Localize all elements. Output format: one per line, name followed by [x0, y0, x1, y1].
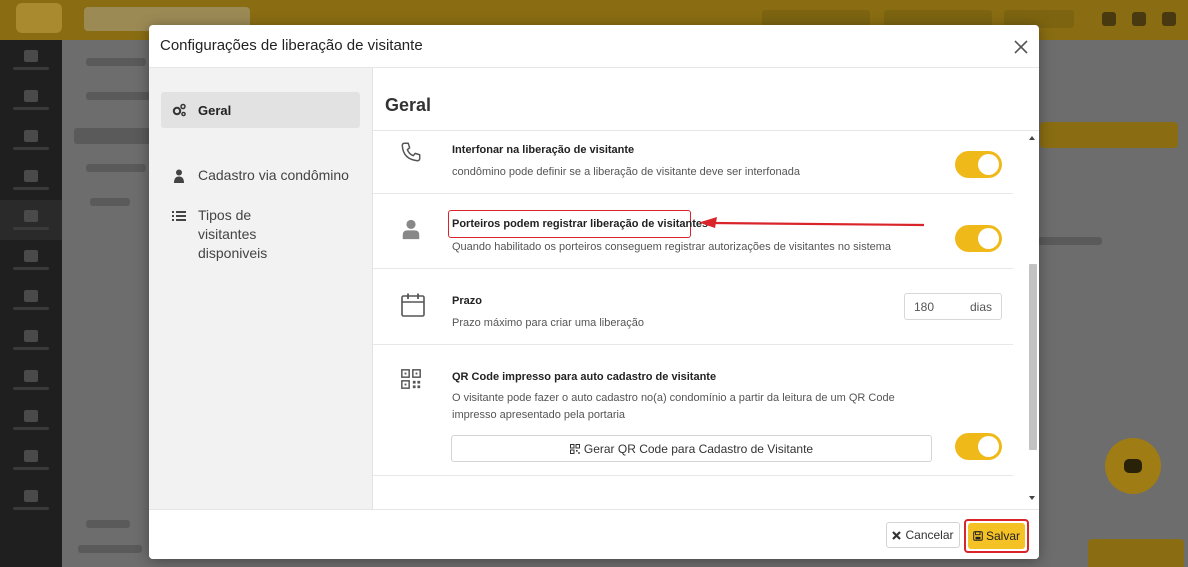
generate-qrcode-label: Gerar QR Code para Cadastro de Visitante [583, 441, 814, 456]
setting-row-interfonar: Interfonar na liberação de visitante con… [373, 131, 1013, 194]
nav-label: Geral [198, 102, 232, 118]
save-icon [973, 531, 983, 541]
qrcode-icon [569, 443, 580, 454]
user-icon [402, 219, 420, 240]
setting-title: Interfonar na liberação de visitante [452, 144, 635, 156]
interfonar-toggle[interactable] [955, 151, 1002, 178]
scroll-down-icon[interactable] [1029, 496, 1035, 500]
modal-title: Configurações de liberação de visitante [160, 37, 423, 54]
setting-row-prazo: Prazo Prazo máximo para criar uma libera… [373, 269, 1013, 345]
page-title [74, 128, 154, 144]
page-subnav [86, 92, 156, 100]
setting-description: O visitante pode fazer o auto cadastro n… [452, 392, 895, 421]
setting-row-qrcode: QR Code impresso para auto cadastro de v… [373, 345, 1013, 476]
chat-icon [1124, 459, 1142, 473]
sidebar-item[interactable] [0, 80, 62, 120]
footer-line [78, 545, 142, 553]
page-line [86, 164, 146, 172]
sidebar-item[interactable] [0, 280, 62, 320]
topbar-icons [1102, 12, 1176, 26]
sidebar-item[interactable] [0, 360, 62, 400]
generate-qrcode-button[interactable]: Gerar QR Code para Cadastro de Visitante [451, 435, 932, 462]
settings-modal: Configurações de liberação de visitante … [149, 25, 1039, 559]
setting-description: condômino pode definir se a liberação de… [452, 166, 800, 178]
list-icon [172, 211, 186, 221]
section-title: Geral [385, 95, 432, 115]
sidebar-item[interactable] [0, 240, 62, 280]
sidebar-item-active[interactable] [0, 200, 62, 240]
nav-item-tipos-de-visitantes[interactable]: Tipos de visitantes disponiveis [161, 206, 311, 263]
scroll-up-icon[interactable] [1029, 136, 1035, 140]
app-logo [16, 3, 62, 33]
modal-header: Configurações de liberação de visitante [149, 25, 1039, 68]
cancel-label: Cancelar [905, 528, 954, 542]
bell-icon[interactable] [1102, 12, 1116, 26]
setting-row-porteiros: Porteiros podem registrar liberação de v… [373, 194, 1013, 269]
app-sidebar [0, 40, 62, 567]
close-icon [892, 530, 902, 540]
footer-line [86, 520, 130, 528]
annotation-arrow [699, 217, 925, 228]
user-icon [174, 169, 184, 183]
nav-item-cadastro-via-condomino[interactable]: Cadastro via condômino [161, 166, 360, 185]
save-label: Salvar [985, 529, 1020, 543]
sidebar-item[interactable] [0, 40, 62, 80]
sidebar-item[interactable] [0, 320, 62, 360]
setting-title: Porteiros podem registrar liberação de v… [452, 218, 709, 230]
table-cell [1038, 237, 1102, 245]
nav-label: Tipos de visitantes disponiveis [198, 207, 268, 261]
table-header [90, 198, 130, 206]
setting-description: Prazo máximo para criar uma liberação [452, 317, 644, 329]
save-button[interactable]: Salvar [968, 523, 1025, 549]
sidebar-item[interactable] [0, 120, 62, 160]
calendar-icon [401, 293, 425, 317]
qrcode-icon [401, 369, 421, 389]
nav-label: Cadastro via condômino [198, 167, 349, 183]
sidebar-item[interactable] [0, 480, 62, 520]
toggle-knob [978, 436, 999, 457]
bottom-tab-button[interactable] [1088, 539, 1184, 567]
toggle-knob [978, 154, 999, 175]
modal-footer: Cancelar Salvar [149, 509, 1039, 559]
toggle-knob [978, 228, 999, 249]
settings-nav: Geral Cadastro via condômino Tipos de vi… [149, 68, 373, 509]
prazo-unit: dias [969, 299, 992, 314]
sidebar-item[interactable] [0, 440, 62, 480]
logout-icon[interactable] [1162, 12, 1176, 26]
prazo-value: 180 [914, 299, 935, 314]
phone-icon [401, 142, 421, 162]
sidebar-item[interactable] [0, 400, 62, 440]
cancel-button[interactable]: Cancelar [886, 522, 960, 548]
setting-title: QR Code impresso para auto cadastro de v… [452, 371, 717, 383]
porteiros-toggle[interactable] [955, 225, 1002, 252]
sidebar-item[interactable] [0, 160, 62, 200]
scrollbar[interactable] [1026, 130, 1039, 509]
settings-content: Geral Interfonar na liberação de visitan… [373, 68, 1039, 509]
setting-title: Prazo [452, 295, 482, 307]
prazo-input[interactable]: 180 dias [904, 293, 1002, 320]
nav-item-geral[interactable]: Geral [161, 92, 360, 128]
phone-icon[interactable] [1132, 12, 1146, 26]
setting-description: Quando habilitado os porteiros conseguem… [452, 241, 892, 253]
chat-button[interactable] [1105, 438, 1161, 494]
settings-scroll-area[interactable]: Interfonar na liberação de visitante con… [373, 130, 1039, 509]
scrollbar-thumb[interactable] [1029, 264, 1037, 450]
background-action-button[interactable] [1040, 122, 1178, 148]
breadcrumb [86, 58, 146, 66]
cogs-icon [172, 103, 186, 117]
close-icon[interactable] [1011, 37, 1031, 57]
qrcode-toggle[interactable] [955, 433, 1002, 460]
